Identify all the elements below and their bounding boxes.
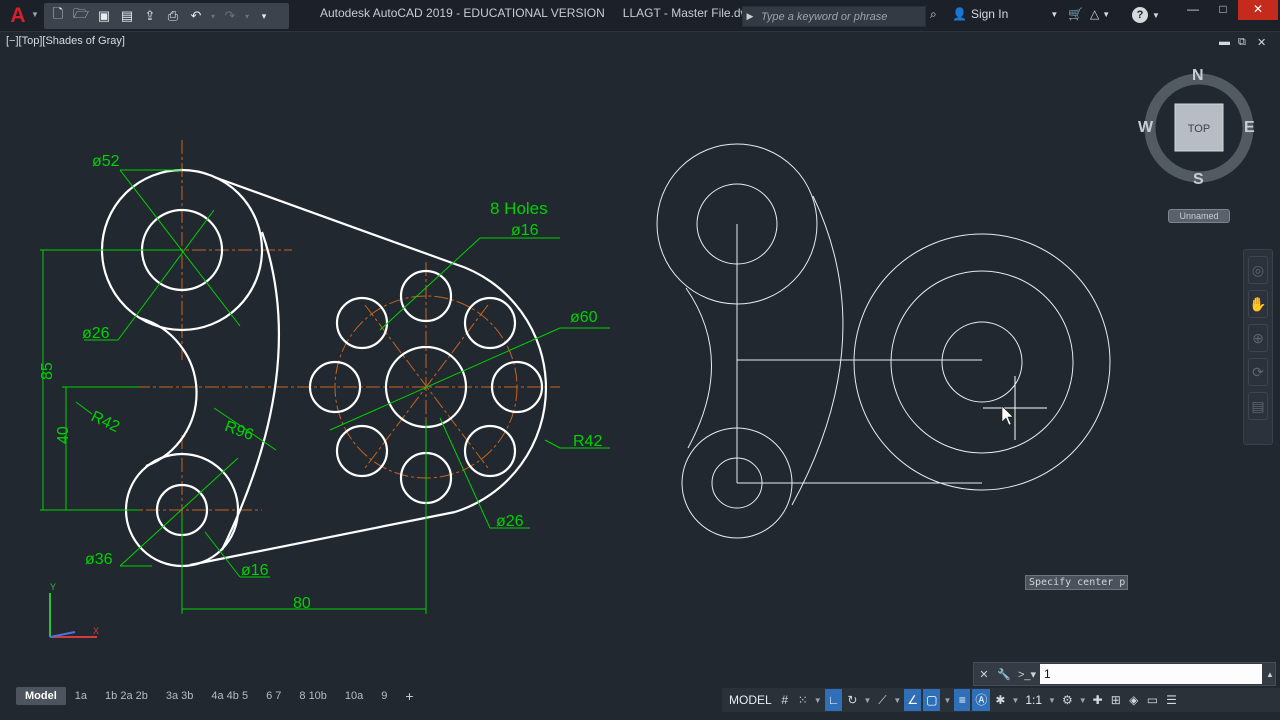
dimension-texts: ø52 ø26 8 Holes ø16 ø60 R42 ø26 ø36 ø16 … [39, 153, 602, 612]
cmdline-settings-icon[interactable]: 🔧 [994, 668, 1014, 681]
viewcube-south[interactable]: S [1193, 171, 1204, 189]
viewport-controls-label[interactable]: [−][Top][Shades of Gray] [6, 35, 125, 47]
command-input[interactable] [1040, 664, 1262, 684]
units-icon[interactable]: ⊞ [1108, 689, 1124, 711]
viewport-close-icon[interactable]: ✕ [1257, 36, 1266, 49]
tab-6-7[interactable]: 6 7 [257, 687, 290, 705]
crosshair-cursor [983, 376, 1047, 440]
cmdline-recent-icon[interactable]: >_▾ [1014, 668, 1040, 681]
cmdline-history-icon[interactable]: ▲ [1265, 670, 1275, 679]
tab-3a-3b[interactable]: 3a 3b [157, 687, 203, 705]
dim-40: 40 [55, 426, 72, 444]
showmotion-icon[interactable]: ▤ [1248, 392, 1268, 420]
orbit-icon[interactable]: ⟳ [1248, 358, 1268, 386]
dim-r42-right: R42 [573, 433, 602, 450]
tab-1b-2a-2b[interactable]: 1b 2a 2b [96, 687, 157, 705]
snap-dropdown-icon[interactable]: ▼ [813, 696, 823, 705]
clean-screen-icon[interactable]: ▭ [1144, 689, 1161, 711]
ortho-icon[interactable]: ∟ [824, 689, 843, 711]
mouse-pointer-icon [1001, 405, 1014, 426]
dim-holes-d16: ø16 [511, 222, 539, 239]
workspace-dropdown-icon[interactable]: ▼ [1078, 696, 1088, 705]
tab-8-10b[interactable]: 8 10b [290, 687, 336, 705]
tab-4a-4b-5[interactable]: 4a 4b 5 [202, 687, 257, 705]
tab-1a[interactable]: 1a [66, 687, 96, 705]
steering-wheel-icon[interactable]: ◎ [1248, 256, 1268, 284]
auto-scale-dropdown-icon[interactable]: ▼ [1010, 696, 1020, 705]
svg-text:X: X [93, 626, 99, 636]
svg-text:Y: Y [50, 582, 56, 592]
dim-d26-left: ø26 [82, 325, 110, 342]
isodraft-dropdown-icon[interactable]: ▼ [892, 696, 902, 705]
layout-tabs: Model 1a 1b 2a 2b 3a 3b 4a 4b 5 6 7 8 10… [16, 687, 423, 705]
isodraft-icon[interactable]: ⟋ [874, 689, 890, 711]
pan-icon[interactable]: ✋ [1248, 290, 1268, 318]
dim-d52: ø52 [92, 153, 120, 170]
object-snap-dropdown-icon[interactable]: ▼ [942, 696, 952, 705]
annotation-scale-button[interactable]: 1:1 [1022, 689, 1045, 711]
annotation-scale-dropdown-icon[interactable]: ▼ [1047, 696, 1057, 705]
viewcube-west[interactable]: W [1138, 119, 1153, 137]
dim-d60: ø60 [570, 309, 598, 326]
dim-d26-bottom: ø26 [496, 513, 524, 530]
drawing-canvas[interactable]: ø52 ø26 8 Holes ø16 ø60 R42 ø26 ø36 ø16 … [0, 0, 1280, 720]
bracket-geometry [100, 168, 547, 568]
ucs-icon: Y X [49, 582, 99, 638]
lineweight-icon[interactable]: ≡ [954, 689, 971, 711]
object-snap-icon[interactable]: ▢ [923, 689, 941, 711]
grid-icon[interactable]: # [777, 689, 793, 711]
tab-9[interactable]: 9 [372, 687, 396, 705]
dim-85: 85 [39, 362, 56, 380]
polar-dropdown-icon[interactable]: ▼ [862, 696, 872, 705]
dim-r42-left: R42 [88, 408, 122, 436]
viewport-restore-icon[interactable]: ⧉ [1238, 36, 1246, 49]
status-toolbar: MODEL # ⁙ ▼ ∟ ↻ ▼ ⟋ ▼ ∠ ▢ ▼ ≡ Ⓐ ✱ ▼ 1:1 … [722, 688, 1280, 712]
viewcube-top-face[interactable]: TOP [1188, 123, 1210, 135]
annotation-monitor-icon[interactable]: ✚ [1090, 689, 1106, 711]
isolate-objects-icon[interactable]: ◈ [1126, 689, 1142, 711]
navigation-bar: ◎ ✋ ⊕ ⟳ ▤ [1243, 249, 1273, 445]
cmdline-close-icon[interactable]: ✕ [974, 668, 994, 681]
zoom-extents-icon[interactable]: ⊕ [1248, 324, 1268, 352]
tab-10a[interactable]: 10a [336, 687, 372, 705]
dim-r96: R96 [222, 418, 255, 444]
holes-title: 8 Holes [490, 199, 548, 218]
sketch-geometry [656, 143, 1111, 539]
object-snap-tracking-icon[interactable]: ∠ [904, 689, 922, 711]
viewport-minimize-icon[interactable]: ▬ [1219, 36, 1230, 48]
annotation-visibility-icon[interactable]: Ⓐ [972, 689, 991, 711]
viewcube-east[interactable]: E [1244, 119, 1255, 137]
snap-icon[interactable]: ⁙ [795, 689, 811, 711]
dim-d36: ø36 [85, 551, 113, 568]
dim-80: 80 [293, 595, 311, 612]
command-line: ✕ 🔧 >_▾ ▲ [973, 662, 1276, 686]
workspace-gear-icon[interactable]: ⚙ [1059, 689, 1076, 711]
dim-d16-bottom: ø16 [241, 562, 269, 579]
polar-icon[interactable]: ↻ [844, 689, 860, 711]
customization-icon[interactable]: ☰ [1163, 689, 1180, 711]
ucs-menu[interactable]: Unnamed [1168, 209, 1230, 223]
dynamic-input-tooltip: Specify center p [1025, 575, 1128, 590]
model-space-button[interactable]: MODEL [726, 689, 775, 711]
auto-scale-icon[interactable]: ✱ [992, 689, 1008, 711]
viewcube-north[interactable]: N [1192, 67, 1204, 85]
tab-model[interactable]: Model [16, 687, 66, 705]
viewcube[interactable]: TOP [1144, 73, 1254, 183]
add-layout-button[interactable]: + [396, 687, 422, 705]
